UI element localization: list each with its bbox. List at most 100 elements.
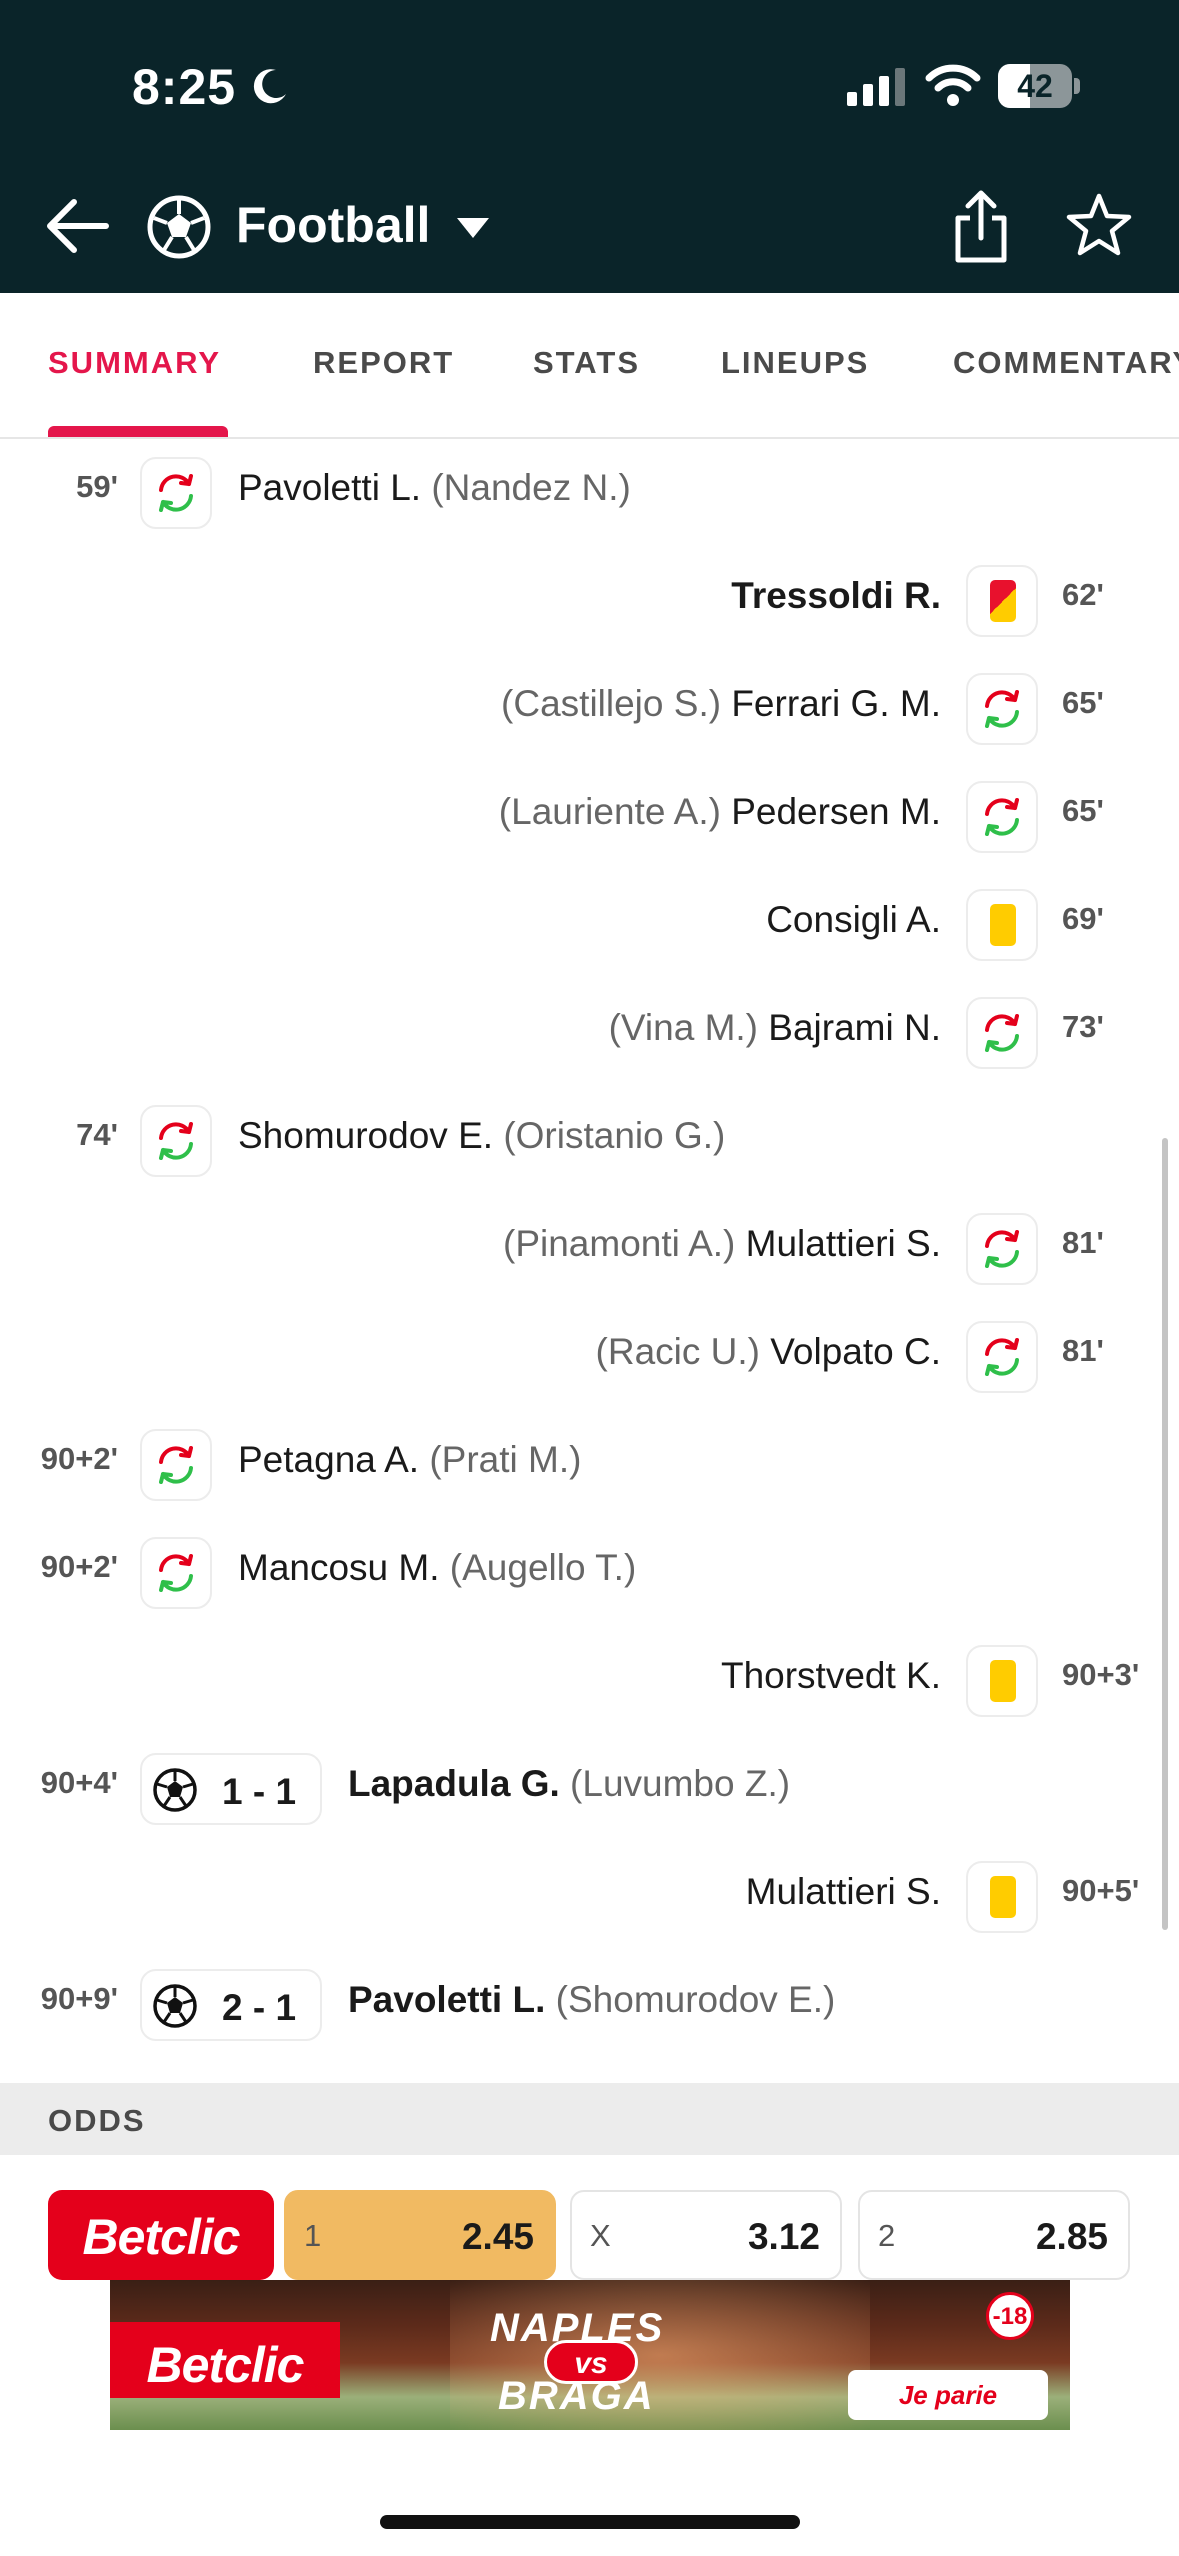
event-minute: 90+2' (40, 1441, 118, 1476)
event-row: Mulattieri S. 90+5' (0, 1843, 1179, 1951)
event-player: (Racic U.) Volpato C. (595, 1331, 941, 1372)
event-player: Tressoldi R. (731, 575, 941, 616)
event-minute: 90+2' (40, 1549, 118, 1584)
moon-icon (253, 69, 286, 104)
event-minute: 90+3' (1062, 1657, 1140, 1692)
event-row: Consigli A. 69' (0, 871, 1179, 979)
age-restriction-badge: -18 (986, 2292, 1034, 2340)
event-player: (Vina M.) Bajrami N. (608, 1007, 941, 1048)
yellow-card-icon (990, 904, 1016, 946)
wifi-icon (925, 64, 981, 106)
substitution-icon-box (140, 1537, 212, 1609)
favorite-star-icon[interactable] (1066, 192, 1132, 258)
event-minute: 73' (1062, 1009, 1104, 1044)
substitution-icon (159, 1446, 193, 1484)
sport-title[interactable]: Football (236, 196, 430, 254)
event-minute: 81' (1062, 1333, 1104, 1368)
odd-home-button[interactable]: 1 2.45 (284, 2190, 556, 2280)
event-row: 90+2' Mancosu M. (Augello T.) (0, 1519, 1179, 1627)
substitution-icon-box (140, 457, 212, 529)
substitution-icon-box (140, 1105, 212, 1177)
back-arrow-icon[interactable] (44, 196, 110, 256)
substitution-icon (159, 474, 193, 512)
tab-report[interactable]: REPORT (313, 345, 454, 381)
event-row: (Vina M.) Bajrami N. 73' (0, 979, 1179, 1087)
card-icon-box (966, 889, 1038, 961)
tab-commentary[interactable]: COMMENTARY (953, 345, 1179, 381)
odds-section-header: ODDS (0, 2083, 1179, 2155)
bookmaker-logo[interactable]: Betclic (48, 2190, 274, 2280)
substitution-icon (159, 1122, 193, 1160)
tab-stats[interactable]: STATS (533, 345, 640, 381)
substitution-icon (159, 1554, 193, 1592)
odd-draw-button[interactable]: X 3.12 (570, 2190, 842, 2280)
event-player: Consigli A. (766, 899, 941, 940)
banner-brand-logo: Betclic (110, 2322, 340, 2398)
event-minute: 65' (1062, 685, 1104, 720)
event-player: (Lauriente A.) Pedersen M. (498, 791, 941, 832)
event-minute: 81' (1062, 1225, 1104, 1260)
substitution-icon (985, 798, 1019, 836)
event-row: 90+4' 1 - 1 Lapadula G. (Luvumbo Z.) (0, 1735, 1179, 1843)
event-row: (Pinamonti A.) Mulattieri S. 81' (0, 1195, 1179, 1303)
card-icon-box (966, 1861, 1038, 1933)
event-row: 59' Pavoletti L. (Nandez N.) (0, 439, 1179, 547)
app-header: 8:25 42 Football (0, 0, 1179, 293)
goal-score-box: 2 - 1 (140, 1969, 322, 2041)
event-player: (Pinamonti A.) Mulattieri S. (503, 1223, 941, 1264)
event-player: Thorstvedt K. (720, 1655, 941, 1696)
event-minute: 62' (1062, 577, 1104, 612)
match-tabs: SUMMARY REPORT STATS LINEUPS COMMENTARY (0, 293, 1179, 439)
event-player: Pavoletti L. (Shomurodov E.) (348, 1979, 836, 2020)
substitution-icon (985, 1230, 1019, 1268)
odd-label: 2 (878, 2218, 896, 2253)
odds-row: Betclic 1 2.45 X 3.12 2 2.85 (0, 2190, 1179, 2280)
substitution-icon-box (966, 997, 1038, 1069)
event-player: Shomurodov E. (Oristanio G.) (238, 1115, 726, 1156)
second-yellow-card-icon (990, 580, 1016, 622)
odds-title: ODDS (48, 2103, 146, 2138)
event-player: Mancosu M. (Augello T.) (238, 1547, 637, 1588)
banner-away-team: BRAGA (498, 2374, 655, 2418)
tab-lineups[interactable]: LINEUPS (721, 345, 869, 381)
substitution-icon-box (966, 1213, 1038, 1285)
goal-score-box: 1 - 1 (140, 1753, 322, 1825)
odd-away-button[interactable]: 2 2.85 (858, 2190, 1130, 2280)
event-minute: 90+9' (40, 1981, 118, 2016)
match-events-list: 59' Pavoletti L. (Nandez N.) Tressoldi R… (0, 439, 1179, 2081)
event-row: (Lauriente A.) Pedersen M. 65' (0, 763, 1179, 871)
event-minute: 59' (76, 469, 118, 504)
substitution-icon-box (966, 1321, 1038, 1393)
banner-cta-button[interactable]: Je parie (848, 2370, 1048, 2420)
event-row: Thorstvedt K. 90+3' (0, 1627, 1179, 1735)
event-player: Pavoletti L. (Nandez N.) (238, 467, 631, 508)
battery-indicator: 42 (998, 64, 1080, 108)
event-row: 90+9' 2 - 1 Pavoletti L. (Shomurodov E.) (0, 1951, 1179, 2059)
odd-value: 2.45 (461, 2216, 534, 2257)
yellow-card-icon (990, 1660, 1016, 1702)
event-minute: 90+4' (40, 1765, 118, 1800)
event-player: Lapadula G. (Luvumbo Z.) (348, 1763, 791, 1804)
event-row: Tressoldi R. 62' (0, 547, 1179, 655)
home-indicator[interactable] (380, 2515, 800, 2529)
cellular-signal-icon (847, 68, 905, 106)
scrollbar[interactable] (1162, 1138, 1168, 1930)
event-minute: 90+5' (1062, 1873, 1140, 1908)
odd-label: 1 (304, 2218, 322, 2253)
goal-score: 1 - 1 (222, 1771, 297, 1812)
event-row: 90+2' Petagna A. (Prati M.) (0, 1411, 1179, 1519)
odd-value: 2.85 (1035, 2216, 1108, 2257)
betting-ad-banner[interactable]: Betclic NAPLES vs BRAGA -18 Je parie (110, 2280, 1070, 2430)
chevron-down-icon[interactable] (455, 216, 491, 240)
substitution-icon-box (966, 673, 1038, 745)
goal-score: 2 - 1 (222, 1987, 297, 2028)
tab-summary[interactable]: SUMMARY (48, 345, 221, 381)
share-icon[interactable] (950, 190, 1012, 264)
football-goal-icon (153, 1984, 197, 2028)
event-minute: 69' (1062, 901, 1104, 936)
event-minute: 65' (1062, 793, 1104, 828)
event-minute: 74' (76, 1117, 118, 1152)
event-player: (Castillejo S.) Ferrari G. M. (501, 683, 941, 724)
substitution-icon (985, 1014, 1019, 1052)
yellow-card-icon (990, 1876, 1016, 1918)
